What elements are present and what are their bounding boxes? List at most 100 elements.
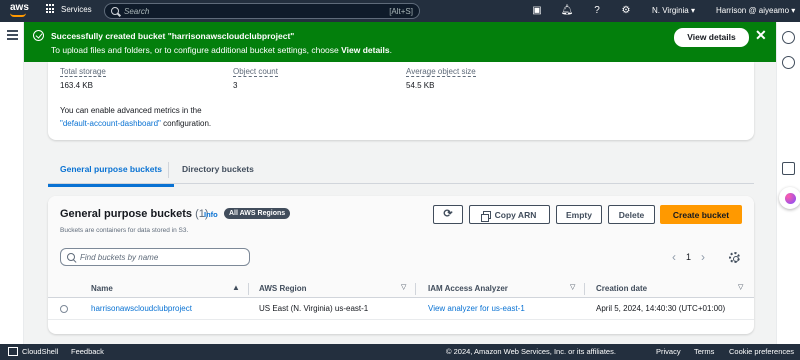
empty-button[interactable]: Empty	[556, 205, 602, 224]
help-icon[interactable]: ?	[590, 4, 604, 18]
services-menu-button[interactable]: Services	[46, 4, 92, 14]
close-icon[interactable]: ✕	[755, 27, 767, 44]
search-placeholder: Search	[124, 6, 150, 16]
advanced-metrics-note: You can enable advanced metrics in the "…	[60, 104, 211, 130]
column-header-name[interactable]: Name	[91, 284, 113, 293]
panel-description: Buckets are containers for data stored i…	[60, 227, 189, 234]
metric-label[interactable]: Object count	[233, 67, 278, 77]
tab-general-purpose-buckets[interactable]: General purpose buckets	[47, 164, 175, 187]
dashboard-link[interactable]: "default-account-dashboard"	[60, 119, 161, 128]
bell-icon[interactable]: 🔔︎	[560, 4, 574, 18]
next-page-icon[interactable]: ›	[701, 251, 705, 263]
view-details-button[interactable]: View details	[674, 28, 749, 47]
bucket-name-link[interactable]: harrisonawscloudclubproject	[91, 304, 192, 313]
delete-label: Delete	[618, 209, 645, 220]
sort-toggle-icon[interactable]: ▽	[401, 283, 406, 291]
right-rail	[776, 22, 800, 344]
column-header-analyzer[interactable]: IAM Access Analyzer	[428, 284, 508, 293]
metric-value: 163.4 KB	[60, 81, 93, 90]
flash-message: To upload files and folders, or to confi…	[51, 45, 392, 55]
cookie-preferences-link[interactable]: Cookie preferences	[729, 347, 794, 356]
metric-label[interactable]: Average object size	[406, 67, 476, 77]
metric-value: 54.5 KB	[406, 81, 435, 90]
panel-title-text: General purpose buckets	[60, 208, 193, 220]
column-divider	[248, 283, 249, 295]
region-selector[interactable]: N. Virginia ▾	[652, 6, 695, 15]
success-flash-banner: Successfully created bucket "harrisonaws…	[24, 22, 776, 62]
sort-toggle-icon[interactable]: ▽	[738, 283, 743, 291]
refresh-button[interactable]: ⟳	[433, 205, 463, 224]
sort-ascending-icon[interactable]: ▲	[232, 283, 240, 292]
cloudshell-link[interactable]: CloudShell	[22, 347, 58, 356]
bucket-type-tabs: General purpose buckets Directory bucket…	[47, 156, 754, 187]
metric-value: 3	[233, 81, 238, 90]
cloudshell-icon[interactable]: ▣	[530, 4, 544, 18]
metric-label[interactable]: Total storage	[60, 67, 106, 77]
flash-message-text: To upload files and folders, or to confi…	[51, 45, 342, 55]
panel-title: General purpose buckets (1)	[60, 208, 209, 220]
grid-icon	[46, 4, 56, 14]
table-preferences-gear-icon[interactable]	[729, 252, 740, 263]
table-row: harrisonawscloudclubproject US East (N. …	[48, 298, 754, 320]
global-search-input[interactable]: Search [Alt+S]	[104, 3, 420, 19]
info-panel-icon[interactable]	[782, 31, 795, 44]
regions-badge: All AWS Regions	[224, 208, 291, 219]
assistant-icon[interactable]	[779, 187, 800, 209]
metric-average-object-size: Average object size 54.5 KB	[406, 66, 476, 90]
history-icon[interactable]	[782, 56, 795, 69]
aws-logo-text: aws	[10, 2, 29, 13]
creation-date: April 5, 2024, 14:40:30 (UTC+01:00)	[596, 304, 726, 313]
tab-directory-buckets[interactable]: Directory buckets	[182, 164, 254, 174]
pagination: ‹ 1 ›	[672, 251, 705, 263]
advanced-metrics-text: You can enable advanced metrics in the	[60, 106, 202, 115]
delete-button[interactable]: Delete	[608, 205, 655, 224]
bucket-region: US East (N. Virginia) us-east-1	[259, 304, 369, 313]
buckets-panel: General purpose buckets (1) Info All AWS…	[48, 196, 754, 334]
column-divider	[584, 283, 585, 295]
gear-icon[interactable]: ⚙	[619, 4, 633, 18]
cloudshell-icon[interactable]	[8, 347, 18, 356]
copy-arn-label: Copy ARN	[494, 209, 537, 220]
sort-toggle-icon[interactable]: ▽	[570, 283, 575, 291]
column-header-region[interactable]: AWS Region	[259, 284, 307, 293]
metric-total-storage: Total storage 163.4 KB	[60, 66, 106, 90]
bucket-filter[interactable]	[60, 248, 250, 266]
storage-metrics-card: Total storage 163.4 KB Object count 3 Av…	[48, 62, 754, 140]
terms-link[interactable]: Terms	[694, 347, 714, 356]
flash-message-suffix: .	[389, 45, 393, 55]
bucket-search-input[interactable]	[80, 252, 230, 262]
create-bucket-button[interactable]: Create bucket	[660, 205, 742, 224]
view-analyzer-link[interactable]: View analyzer for us-east-1	[428, 304, 525, 313]
aws-smile-mark	[10, 13, 26, 17]
metric-object-count: Object count 3	[233, 66, 278, 90]
buckets-panel-header: General purpose buckets (1) Info All AWS…	[48, 196, 754, 280]
flash-title: Successfully created bucket "harrisonaws…	[51, 31, 295, 41]
feedback-link[interactable]: Feedback	[71, 347, 104, 356]
advanced-metrics-suffix: configuration.	[160, 119, 212, 128]
column-header-creation-date[interactable]: Creation date	[596, 284, 647, 293]
footer-bar: CloudShell Feedback © 2024, Amazon Web S…	[0, 344, 800, 360]
info-link[interactable]: Info	[204, 210, 218, 219]
refresh-icon: ⟳	[443, 208, 453, 220]
copy-icon	[480, 210, 491, 222]
prev-page-icon[interactable]: ‹	[672, 251, 676, 263]
book-icon[interactable]	[782, 162, 795, 175]
empty-label: Empty	[566, 209, 592, 220]
search-icon	[67, 253, 75, 261]
success-check-icon	[33, 30, 44, 41]
current-page[interactable]: 1	[686, 252, 691, 262]
search-icon	[111, 7, 119, 15]
create-bucket-label: Create bucket	[672, 209, 730, 220]
tab-divider	[168, 162, 169, 178]
copyright-text: © 2024, Amazon Web Services, Inc. or its…	[446, 347, 616, 356]
flash-message-bold: View details	[341, 45, 390, 55]
row-select-radio[interactable]	[60, 305, 68, 313]
services-label: Services	[61, 4, 92, 14]
copy-arn-button[interactable]: Copy ARN	[469, 205, 550, 224]
aws-logo[interactable]: aws	[8, 2, 30, 19]
privacy-link[interactable]: Privacy	[656, 347, 681, 356]
search-shortcut-hint: [Alt+S]	[389, 6, 413, 16]
account-menu[interactable]: Harrison @ aiyeamo ▾	[716, 6, 795, 15]
menu-icon[interactable]	[7, 30, 18, 42]
top-navigation: aws Services Search [Alt+S] ▣ 🔔︎ ? ⚙ N. …	[0, 0, 800, 22]
